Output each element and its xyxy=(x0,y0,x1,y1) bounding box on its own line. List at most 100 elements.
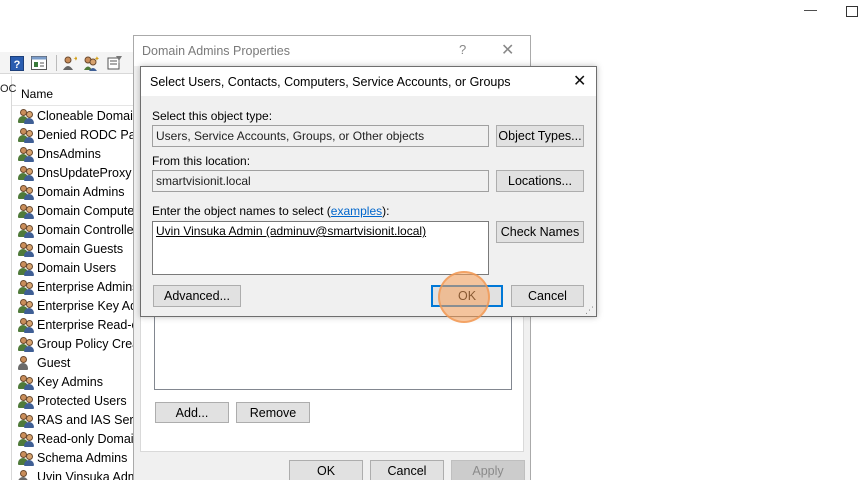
toolbar-separator xyxy=(56,55,57,71)
group-icon xyxy=(18,222,35,238)
add-member-button[interactable]: Add... xyxy=(155,402,229,423)
list-item[interactable]: Key Admins xyxy=(18,372,134,391)
list-item[interactable]: Domain Admins xyxy=(18,182,134,201)
name-column-header[interactable]: Name xyxy=(12,78,134,106)
list-item-label: Enterprise Admins xyxy=(37,279,134,294)
list-item-label: Key Admins xyxy=(37,374,104,389)
location-field: smartvisionit.local xyxy=(152,170,489,192)
list-item[interactable]: Protected Users xyxy=(18,391,134,410)
advanced-button[interactable]: Advanced... xyxy=(153,285,241,307)
list-item-label: Schema Admins xyxy=(37,450,128,465)
new-user-icon[interactable]: ✦ xyxy=(60,54,78,72)
group-icon xyxy=(18,450,35,466)
minimize-icon[interactable]: — xyxy=(804,2,817,17)
list-item-label: RAS and IAS Serve xyxy=(37,412,134,427)
group-icon xyxy=(18,431,35,447)
group-icon xyxy=(18,260,35,276)
select-dialog-titlebar: Select Users, Contacts, Computers, Servi… xyxy=(141,67,596,96)
resize-grip-icon[interactable]: ⋰ xyxy=(585,305,594,316)
resolved-name[interactable]: Uvin Vinsuka Admin (adminuv@smartvisioni… xyxy=(156,224,426,238)
object-types-button[interactable]: Object Types... xyxy=(496,125,584,147)
list-item-label: Domain Controller xyxy=(37,222,134,237)
list-item-label: Read-only Domair xyxy=(37,431,134,446)
list-item[interactable]: RAS and IAS Serve xyxy=(18,410,134,429)
list-item[interactable]: Domain Compute xyxy=(18,201,134,220)
list-item[interactable]: Schema Admins xyxy=(18,448,134,467)
objects-list[interactable]: Name Cloneable Domain Denied RODC Pass Dns… xyxy=(12,78,134,480)
group-icon xyxy=(18,317,35,333)
list-item[interactable]: DnsUpdateProxy xyxy=(18,163,134,182)
name-column-header-label: Name xyxy=(21,87,54,101)
examples-link[interactable]: examples xyxy=(331,204,382,218)
object-type-label: Select this object type: xyxy=(152,109,273,123)
select-dialog-title: Select Users, Contacts, Computers, Servi… xyxy=(150,75,511,89)
filter-icon[interactable] xyxy=(106,54,124,72)
close-icon[interactable]: ✕ xyxy=(573,71,586,91)
list-item-label: Enterprise Read-or xyxy=(37,317,134,332)
properties-cancel-button[interactable]: Cancel xyxy=(370,460,444,480)
object-names-input[interactable]: Uvin Vinsuka Admin (adminuv@smartvisioni… xyxy=(152,221,489,275)
select-ok-button[interactable]: OK xyxy=(431,285,503,307)
list-item-label: Uvin Vinsuka Adm xyxy=(37,469,134,480)
properties-ok-button[interactable]: OK xyxy=(289,460,363,480)
list-item-label: Protected Users xyxy=(37,393,127,408)
svg-text:✦: ✦ xyxy=(94,55,99,63)
new-group-icon[interactable]: ✦ xyxy=(82,54,100,72)
group-icon xyxy=(18,298,35,314)
list-item-label: DnsAdmins xyxy=(37,146,101,161)
list-item[interactable]: Read-only Domair xyxy=(18,429,134,448)
location-label: From this location: xyxy=(152,154,251,168)
properties-apply-button: Apply xyxy=(451,460,525,480)
help-icon[interactable]: ? xyxy=(8,54,26,72)
select-cancel-button[interactable]: Cancel xyxy=(511,285,584,307)
svg-text:?: ? xyxy=(14,59,21,71)
list-item[interactable]: Domain Controller xyxy=(18,220,134,239)
group-icon xyxy=(18,184,35,200)
list-item[interactable]: Enterprise Read-or xyxy=(18,315,134,334)
close-icon[interactable]: ✕ xyxy=(501,40,514,60)
user-icon xyxy=(18,355,35,371)
list-item[interactable]: Uvin Vinsuka Adm xyxy=(18,467,134,480)
select-users-dialog: Select Users, Contacts, Computers, Servi… xyxy=(140,66,597,317)
group-icon xyxy=(18,412,35,428)
group-icon xyxy=(18,165,35,181)
list-item-label: Enterprise Key Adr xyxy=(37,298,134,313)
properties-title: Domain Admins Properties xyxy=(142,44,290,58)
list-item[interactable]: Denied RODC Pass xyxy=(18,125,134,144)
check-names-button[interactable]: Check Names xyxy=(496,221,584,243)
list-item[interactable]: Domain Guests xyxy=(18,239,134,258)
list-item-label: Domain Admins xyxy=(37,184,125,199)
group-icon xyxy=(18,127,35,143)
list-item[interactable]: DnsAdmins xyxy=(18,144,134,163)
help-icon[interactable]: ? xyxy=(459,42,466,57)
user-icon xyxy=(18,469,35,480)
object-type-field: Users, Service Accounts, Groups, or Othe… xyxy=(152,125,489,147)
console-tree-pane[interactable] xyxy=(0,76,12,480)
group-icon xyxy=(18,336,35,352)
maximize-icon[interactable] xyxy=(846,6,858,17)
group-icon xyxy=(18,146,35,162)
list-item-label: Guest xyxy=(37,355,71,370)
object-names-label: Enter the object names to select (exampl… xyxy=(152,204,390,218)
list-item[interactable]: Guest xyxy=(18,353,134,372)
group-icon xyxy=(18,203,35,219)
list-item[interactable]: Enterprise Admins xyxy=(18,277,134,296)
list-item[interactable]: Enterprise Key Adr xyxy=(18,296,134,315)
locations-button[interactable]: Locations... xyxy=(496,170,584,192)
list-item-label: Domain Guests xyxy=(37,241,124,256)
remove-member-button[interactable]: Remove xyxy=(236,402,310,423)
group-icon xyxy=(18,108,35,124)
list-item-label: Domain Compute xyxy=(37,203,134,218)
group-icon xyxy=(18,374,35,390)
list-item[interactable]: Group Policy Creat xyxy=(18,334,134,353)
group-icon xyxy=(18,393,35,409)
list-item[interactable]: Domain Users xyxy=(18,258,134,277)
console-icon[interactable] xyxy=(30,54,48,72)
list-item-label: Group Policy Creat xyxy=(37,336,134,351)
list-item-label: Denied RODC Pass xyxy=(37,127,134,142)
group-icon xyxy=(18,279,35,295)
properties-titlebar: Domain Admins Properties ? ✕ xyxy=(134,36,530,66)
svg-text:✦: ✦ xyxy=(73,55,77,63)
mmc-toolbar: ? ✦ ✦ xyxy=(0,52,134,74)
list-item[interactable]: Cloneable Domain xyxy=(18,106,134,125)
